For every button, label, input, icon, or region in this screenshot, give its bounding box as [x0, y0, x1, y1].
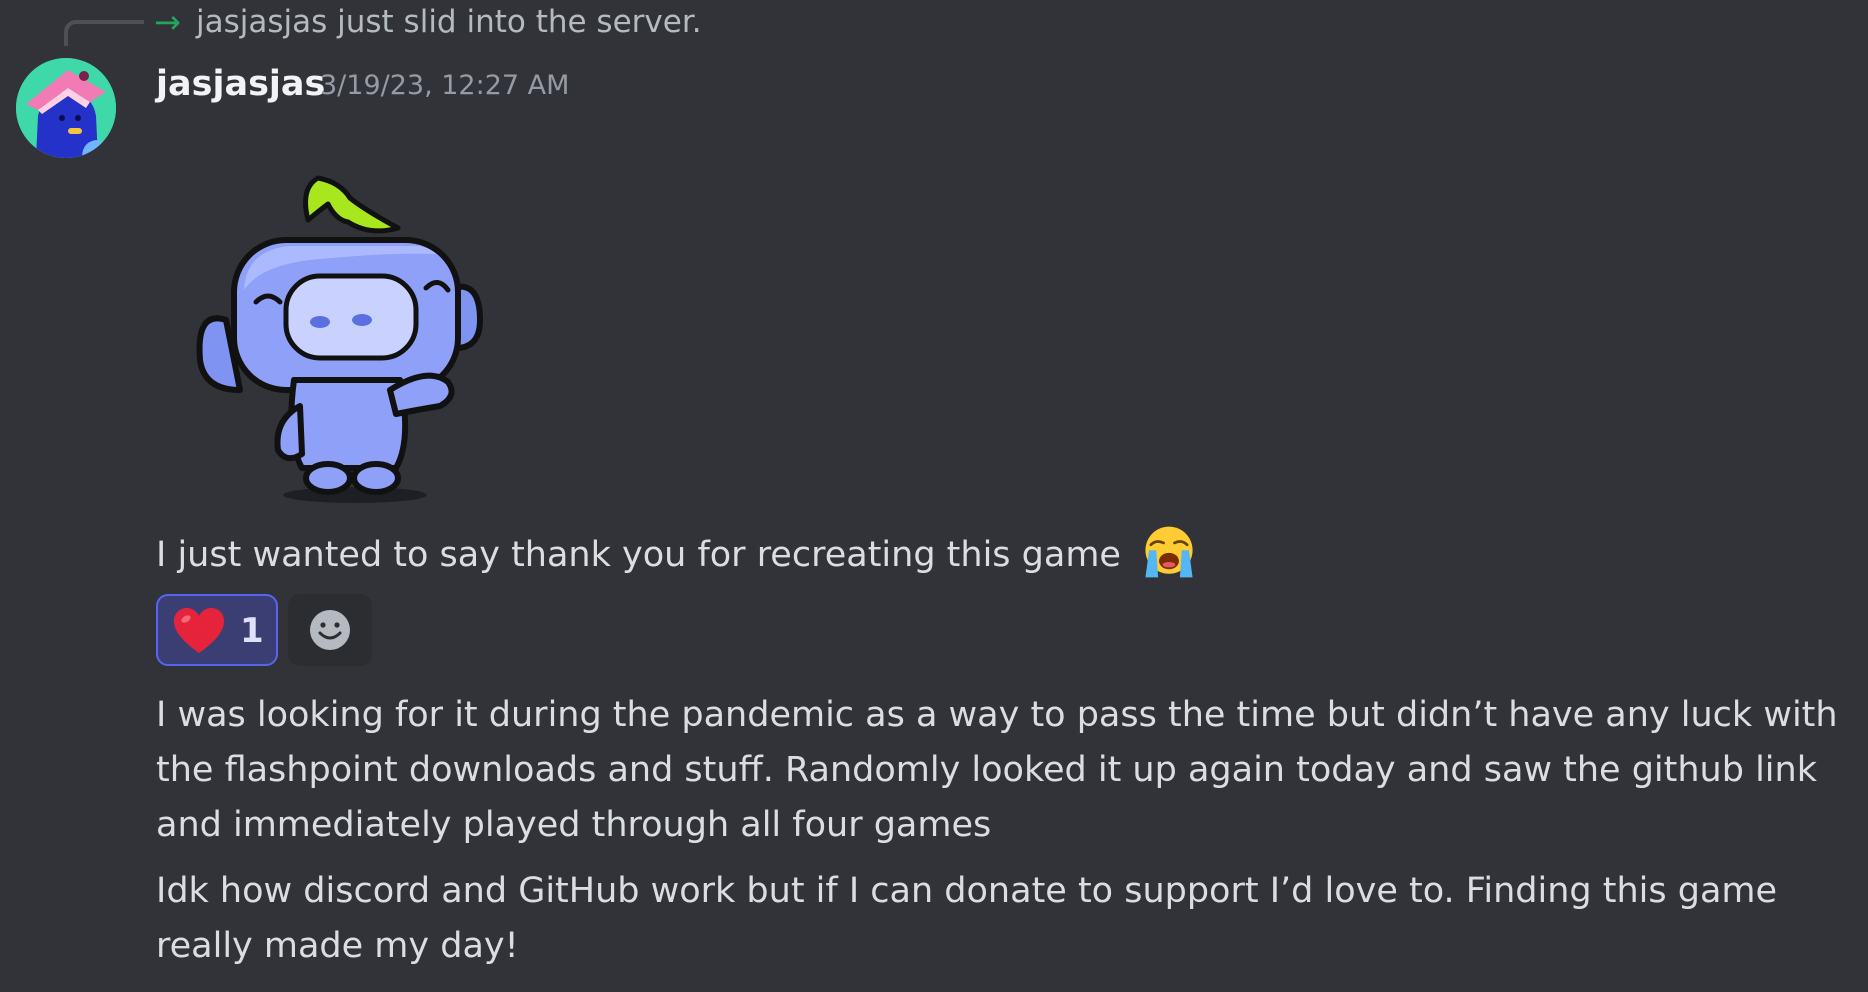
chat-message-area: → jasjasjas just slid into the server. j…	[0, 0, 1868, 992]
avatar[interactable]	[16, 58, 116, 158]
wumpus-sticker-image	[196, 175, 483, 503]
user-avatar-image	[16, 58, 116, 158]
loudly-crying-face-icon	[1145, 526, 1193, 578]
message-line-text: I just wanted to say thank you for recre…	[156, 535, 1121, 575]
reaction-count: 1	[240, 611, 264, 651]
message-line: Idk how discord and GitHub work but if I…	[156, 871, 1778, 966]
heart-icon	[174, 608, 224, 653]
message-line: I was looking for it during the pandemic…	[156, 695, 1838, 845]
message-line: I just wanted to say thank you for recre…	[156, 526, 1846, 583]
join-message-text: jasjasjas just slid into the server.	[196, 4, 702, 40]
join-arrow-icon: →	[154, 3, 181, 41]
smiley-icon	[310, 610, 350, 650]
reply-spine-connector	[64, 20, 144, 46]
author-username[interactable]: jasjasjas	[156, 62, 325, 106]
add-reaction-button[interactable]	[288, 594, 372, 666]
wumpus-wave-sticker[interactable]	[190, 170, 490, 510]
system-join-message: → jasjasjas just slid into the server.	[0, 0, 1868, 50]
message-timestamp[interactable]: 3/19/23, 12:27 AM	[320, 68, 569, 104]
reaction-heart-button[interactable]: 1	[156, 594, 278, 666]
